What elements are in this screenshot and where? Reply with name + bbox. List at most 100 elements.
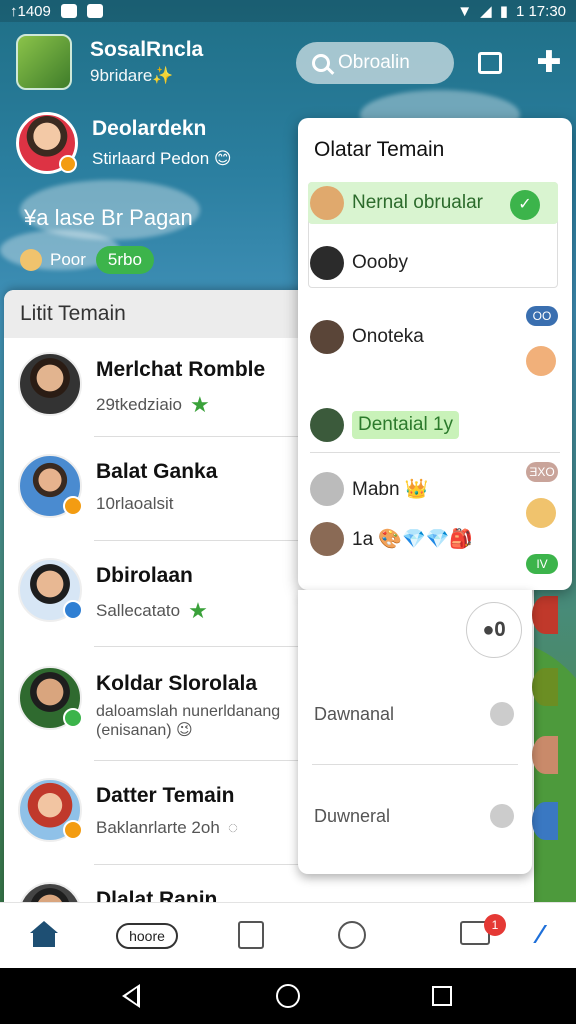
list-item[interactable]: Merlchat Romble 29tkedziaio ★ bbox=[4, 338, 300, 442]
chip: ƎXO bbox=[526, 462, 558, 482]
avatar bbox=[310, 246, 344, 280]
popup-row-label: Nernal obrualar bbox=[352, 192, 483, 213]
notification-icon-2 bbox=[86, 4, 103, 18]
pill-button[interactable]: 5rbo bbox=[95, 246, 154, 274]
status-badge bbox=[59, 155, 77, 173]
more-icon[interactable] bbox=[490, 702, 514, 726]
battery-icon: ▮ bbox=[499, 3, 508, 20]
divider bbox=[94, 436, 304, 437]
side-row[interactable]: Duwneral bbox=[314, 806, 390, 827]
check-icon[interactable]: ✓ bbox=[510, 190, 540, 220]
avatar bbox=[532, 802, 558, 840]
avatar bbox=[18, 666, 83, 730]
avatar bbox=[532, 668, 558, 706]
add-icon[interactable]: ✚ bbox=[536, 48, 562, 78]
home-icon[interactable] bbox=[30, 921, 58, 949]
top-app-bar: SosalRncla 9bridare✨ Obroalin ✚ bbox=[0, 24, 576, 100]
popup-row[interactable]: Nernal obrualar bbox=[310, 186, 483, 220]
divider bbox=[312, 764, 518, 765]
popup-row[interactable]: Oooby bbox=[310, 246, 408, 280]
avatar bbox=[18, 778, 83, 842]
window-icon[interactable] bbox=[478, 52, 502, 74]
explore-icon[interactable] bbox=[338, 921, 366, 949]
popup-row[interactable]: Dentaial 1y bbox=[310, 408, 460, 442]
pill-row-label: Poor bbox=[50, 250, 86, 269]
divider bbox=[94, 760, 304, 761]
profile-status: Stirlaard Pedon 😊 bbox=[92, 149, 232, 168]
list-item[interactable]: Koldar Slorolala daloamslah nunerldanang… bbox=[4, 652, 300, 756]
side-row[interactable]: Dawnanal bbox=[314, 704, 394, 725]
popup-row-label: Mabn 👑 bbox=[352, 479, 429, 500]
status-badge bbox=[63, 600, 83, 620]
profile-name: Deolardekn bbox=[92, 117, 207, 140]
avatar bbox=[310, 320, 344, 354]
star-icon: ★ bbox=[190, 392, 210, 417]
avatar bbox=[16, 112, 78, 174]
pill-row: Poor 5rbo bbox=[20, 246, 154, 274]
divider bbox=[310, 452, 560, 453]
avatar bbox=[532, 596, 558, 634]
profile-row[interactable]: Deolardekn Stirlaard Pedon 😊 bbox=[16, 112, 232, 174]
chip: IV bbox=[526, 554, 558, 574]
avatar bbox=[310, 522, 344, 556]
notification-icon bbox=[60, 4, 77, 18]
home-circle-icon[interactable] bbox=[276, 984, 300, 1008]
chip: OO bbox=[526, 306, 558, 326]
wifi-icon: ▼ bbox=[457, 2, 473, 20]
list-item[interactable]: Balat Ganka 10rlaoalsit bbox=[4, 440, 300, 544]
list-item-name: Merlchat Romble bbox=[96, 358, 266, 381]
more-icon[interactable] bbox=[490, 804, 514, 828]
face-icon bbox=[526, 346, 556, 376]
avatar bbox=[18, 352, 82, 416]
avatar bbox=[18, 558, 83, 622]
divider bbox=[94, 646, 304, 647]
status-badge bbox=[63, 820, 83, 840]
list-item[interactable]: Dbirolaan Sallecatato ★ bbox=[4, 544, 300, 648]
popup-row[interactable]: 1a 🎨💎💎🎒 bbox=[310, 522, 473, 556]
signal-icon: ◢ bbox=[480, 3, 492, 20]
back-icon[interactable] bbox=[122, 984, 140, 1008]
gallery-icon[interactable] bbox=[238, 921, 264, 949]
face-icon bbox=[526, 498, 556, 528]
list-item-sub: daloamslah nunerldanang (enisanan) 😉 bbox=[96, 703, 281, 739]
avatar bbox=[310, 408, 344, 442]
list-item-name: Balat Ganka bbox=[96, 460, 218, 483]
popup-row[interactable]: Onoteka bbox=[310, 320, 424, 354]
list-item-sub: Sallecatato bbox=[96, 601, 181, 620]
list-item-sub: Baklanrlarte 2oh bbox=[96, 818, 220, 837]
location-button[interactable]: ●𝟎 bbox=[466, 602, 522, 658]
status-badge bbox=[63, 496, 83, 516]
list-item[interactable]: Datter Temain Baklanrlarte 2oh ◌ bbox=[4, 764, 300, 868]
status-badge bbox=[63, 708, 83, 728]
popup-row[interactable]: Mabn 👑 bbox=[310, 472, 428, 506]
app-avatar[interactable] bbox=[16, 34, 72, 90]
divider bbox=[94, 540, 304, 541]
search-button[interactable]: Obroalin bbox=[296, 42, 454, 84]
friend-popup: Olatar Temain Nernal obrualar ✓ Oooby OO… bbox=[298, 118, 572, 590]
tagline: ¥a lase Br Pagan bbox=[24, 205, 193, 230]
list-item-name: Koldar Slorolala bbox=[96, 672, 258, 695]
status-time: 1 17:30 bbox=[515, 2, 566, 20]
pencil-icon bbox=[20, 249, 42, 271]
app-title-block: SosalRncla 9bridare✨ bbox=[90, 38, 203, 86]
status-left-text: ↑1409 bbox=[10, 2, 51, 20]
star-icon: ★ bbox=[188, 598, 208, 623]
popup-row-label: Onoteka bbox=[352, 326, 424, 347]
chat-bubble-icon: ◌ bbox=[227, 818, 238, 837]
popup-row-label: 1a 🎨💎💎🎒 bbox=[352, 529, 474, 550]
app-title: SosalRncla bbox=[90, 38, 204, 61]
system-nav bbox=[0, 968, 576, 1024]
avatar bbox=[310, 186, 344, 220]
side-panel: ●𝟎 Dawnanal Duwneral bbox=[298, 590, 532, 874]
popup-row-label: Oooby bbox=[352, 252, 408, 273]
home-pill[interactable]: hoore bbox=[116, 923, 178, 949]
avatar bbox=[18, 454, 83, 518]
flag-icon[interactable]: ⁄ bbox=[538, 921, 550, 947]
list-item-sub: 29tkedziaio bbox=[96, 395, 183, 414]
search-icon bbox=[312, 54, 330, 72]
divider bbox=[94, 864, 304, 865]
popup-row-label: Dentaial 1y bbox=[352, 411, 460, 439]
app-subtitle: 9bridare✨ bbox=[90, 66, 174, 85]
recents-icon[interactable] bbox=[432, 986, 452, 1006]
popup-title: Olatar Temain bbox=[314, 138, 445, 161]
